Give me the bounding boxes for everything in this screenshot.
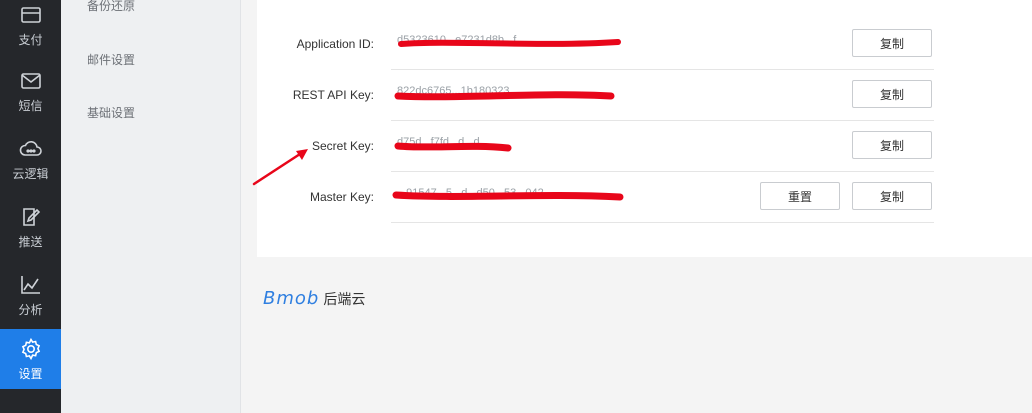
sidebar-item-label: 短信 [18,99,43,113]
bmob-logo: Bmob 后端云 [263,288,365,309]
gear-icon [21,337,40,361]
copy-button[interactable]: 复制 [852,80,932,108]
key-value: 822dc6765...1b180323 [397,85,510,97]
copy-button[interactable]: 复制 [852,131,932,159]
key-value: d5323610...e7231d8b...f [397,34,517,46]
key-label: Master Key: [309,190,374,204]
sidebar-item-label: 支付 [18,33,43,47]
sidebar-item-label: 分析 [18,303,43,317]
key-value: ...91547...5...d...d50...53...042 [397,187,544,199]
cloud-icon [19,141,42,156]
sidebar-item-pay[interactable]: 支付 [0,0,61,60]
reset-button[interactable]: 重置 [760,182,840,210]
keys-card: Application ID: d5323610...e7231d8b...f … [257,0,1032,257]
copy-button[interactable]: 复制 [852,182,932,210]
key-value: d75d...f7fd...d...d [397,136,480,148]
key-row-rest-api-key: REST API Key: 822dc6765...1b180323 复制 [257,70,1032,121]
chart-icon [20,276,40,294]
submenu-item-basic[interactable]: 基础设置 [87,104,135,121]
sidebar-item-label: 云逻辑 [12,167,49,181]
settings-submenu: 备份还原 邮件设置 基础设置 [61,0,241,413]
divider [391,222,934,223]
key-row-secret-key: Secret Key: d75d...f7fd...d...d 复制 [257,121,1032,172]
key-row-master-key: Master Key: ...91547...5...d...d50...53.… [257,172,1032,223]
sidebar-item-cloud[interactable]: 云逻辑 [0,134,61,194]
key-label: Application ID: [296,37,374,51]
key-label: Secret Key: [311,139,374,153]
push-icon [22,208,40,226]
sidebar-item-settings[interactable]: 设置 [0,329,61,389]
sidebar-item-sms[interactable]: 短信 [0,66,61,126]
key-row-application-id: Application ID: d5323610...e7231d8b...f … [257,19,1032,70]
sidebar-item-label: 设置 [18,367,43,381]
icon-sidebar: 支付 短信 云逻辑 推送 分析 设置 [0,0,61,413]
logo-word: Bmob [263,288,320,309]
submenu-item-backup[interactable]: 备份还原 [87,0,135,14]
mail-icon [20,73,41,89]
key-label: REST API Key: [292,88,374,102]
sidebar-item-analytics[interactable]: 分析 [0,270,61,330]
copy-button[interactable]: 复制 [852,29,932,57]
card-icon [20,7,41,23]
sidebar-item-label: 推送 [18,235,43,249]
logo-suffix: 后端云 [323,291,366,307]
main-content: Application ID: d5323610...e7231d8b...f … [241,0,1032,413]
submenu-item-email[interactable]: 邮件设置 [87,51,135,68]
sidebar-item-push[interactable]: 推送 [0,202,61,262]
